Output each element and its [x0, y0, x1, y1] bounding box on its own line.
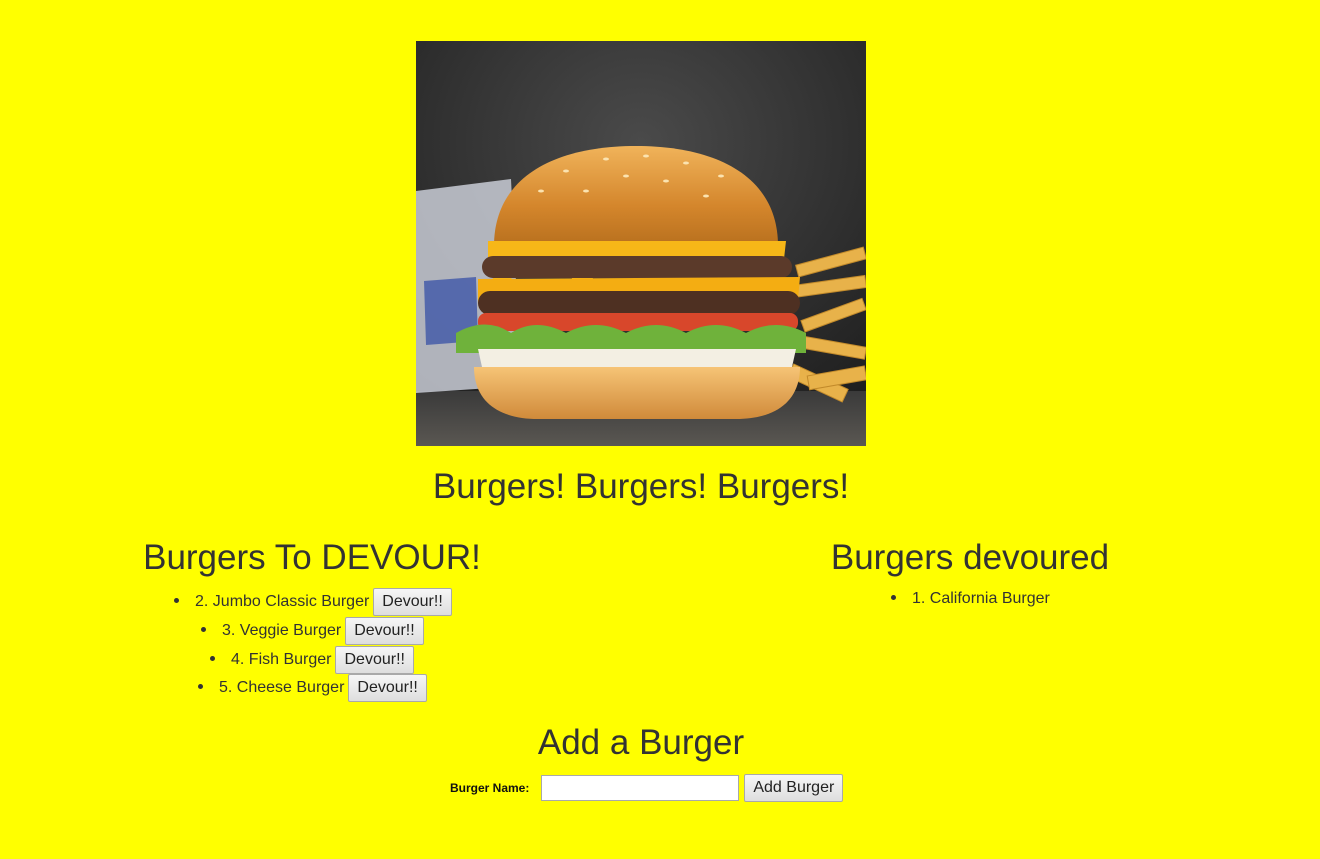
devour-button[interactable]: Devour!! [335, 646, 414, 674]
list-item: 3. Veggie Burger Devour!! [201, 617, 424, 645]
bullet-icon [198, 683, 203, 689]
bullet-icon [174, 597, 179, 603]
page-title: Burgers! Burgers! Burgers! [432, 467, 850, 506]
devour-button[interactable]: Devour!! [373, 588, 452, 616]
bullet-icon [201, 626, 206, 632]
add-burger-form: Burger Name: Add Burger [450, 774, 844, 802]
list-item: 5. Cheese Burger Devour!! [198, 674, 427, 702]
devour-button[interactable]: Devour!! [345, 617, 424, 645]
list-item: 2. Jumbo Classic Burger Devour!! [174, 588, 452, 616]
bullet-icon [891, 594, 896, 600]
devoured-heading: Burgers devoured [830, 538, 1110, 577]
burger-name: 1. California Burger [912, 590, 1050, 607]
burger-name: 2. Jumbo Classic Burger [195, 593, 370, 610]
burger-name-label: Burger Name: [450, 781, 530, 795]
add-burger-heading: Add a Burger [537, 723, 745, 762]
add-burger-button[interactable]: Add Burger [744, 774, 844, 802]
burger-name-input[interactable] [541, 775, 740, 801]
bullet-icon [210, 655, 215, 661]
burger-name: 4. Fish Burger [231, 651, 332, 668]
burger-name: 3. Veggie Burger [222, 622, 342, 639]
list-item: 1. California Burger [891, 589, 1050, 609]
burger-hero-image [416, 41, 866, 446]
burger-name: 5. Cheese Burger [219, 679, 345, 696]
list-item: 4. Fish Burger Devour!! [210, 646, 414, 674]
to-devour-heading: Burgers To DEVOUR! [143, 538, 481, 577]
devour-button[interactable]: Devour!! [348, 674, 427, 702]
